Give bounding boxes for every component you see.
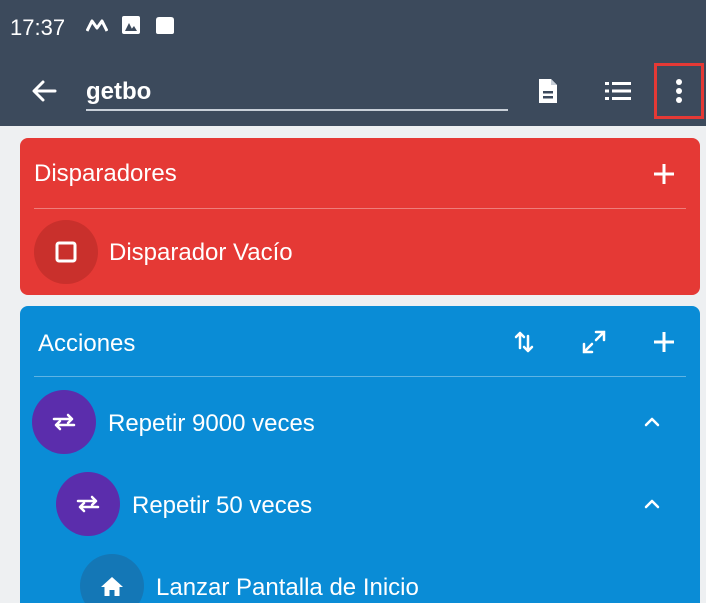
action-item[interactable]: Repetir 9000 veces <box>20 390 700 460</box>
triggers-card: Disparadores Disparador Vacío <box>20 138 700 295</box>
action-icon-circle <box>32 390 96 454</box>
macro-name-input[interactable] <box>86 71 508 111</box>
repeat-icon <box>76 495 100 513</box>
back-button[interactable] <box>24 73 64 109</box>
collapse-button[interactable] <box>632 402 672 442</box>
more-vert-icon <box>676 79 682 103</box>
action-icon-circle <box>80 554 144 603</box>
plus-icon <box>654 332 674 352</box>
action-icon-circle <box>56 472 120 536</box>
triggers-header: Disparadores <box>20 138 700 208</box>
plus-icon <box>654 164 674 184</box>
add-trigger-button[interactable] <box>644 154 684 194</box>
status-icons <box>86 14 176 36</box>
arrow-left-icon <box>32 80 57 102</box>
trigger-item[interactable]: Disparador Vacío <box>20 220 700 290</box>
expand-icon <box>582 330 606 354</box>
expand-all-button[interactable] <box>574 322 614 362</box>
notification-image-icon <box>120 14 142 36</box>
signal-m-icon <box>86 14 108 36</box>
action-label: Lanzar Pantalla de Inicio <box>156 574 419 601</box>
action-label: Repetir 9000 veces <box>108 410 315 437</box>
reorder-button[interactable] <box>504 322 544 362</box>
trigger-icon-circle <box>34 220 98 284</box>
list-view-button[interactable] <box>596 71 640 111</box>
triggers-title: Disparadores <box>34 160 177 187</box>
collapse-button[interactable] <box>632 484 672 524</box>
home-icon <box>101 577 123 596</box>
repeat-icon <box>52 413 76 431</box>
actions-divider <box>34 376 686 377</box>
actions-title: Acciones <box>38 330 136 357</box>
list-icon <box>605 82 631 100</box>
action-label: Repetir 50 veces <box>132 492 313 519</box>
app-bar <box>0 56 706 126</box>
square-outline-icon <box>55 241 77 263</box>
document-button[interactable] <box>526 71 570 111</box>
chevron-up-icon <box>644 417 660 427</box>
triggers-divider <box>34 208 686 209</box>
sort-arrows-icon <box>514 331 534 353</box>
status-time: 17:37 <box>10 15 66 40</box>
more-options-button[interactable] <box>654 63 704 119</box>
actions-header: Acciones <box>20 306 700 376</box>
trigger-label: Disparador Vacío <box>109 239 293 266</box>
actions-card: Acciones Repetir 9000 veces Repetir 50 v… <box>20 306 700 603</box>
action-item[interactable]: Repetir 50 veces <box>20 472 700 542</box>
document-icon <box>539 79 557 103</box>
status-bar: 17:37 <box>0 0 706 56</box>
add-action-button[interactable] <box>644 322 684 362</box>
action-item[interactable]: Lanzar Pantalla de Inicio <box>20 554 700 603</box>
notification-card-icon <box>154 14 176 36</box>
chevron-up-icon <box>644 499 660 509</box>
